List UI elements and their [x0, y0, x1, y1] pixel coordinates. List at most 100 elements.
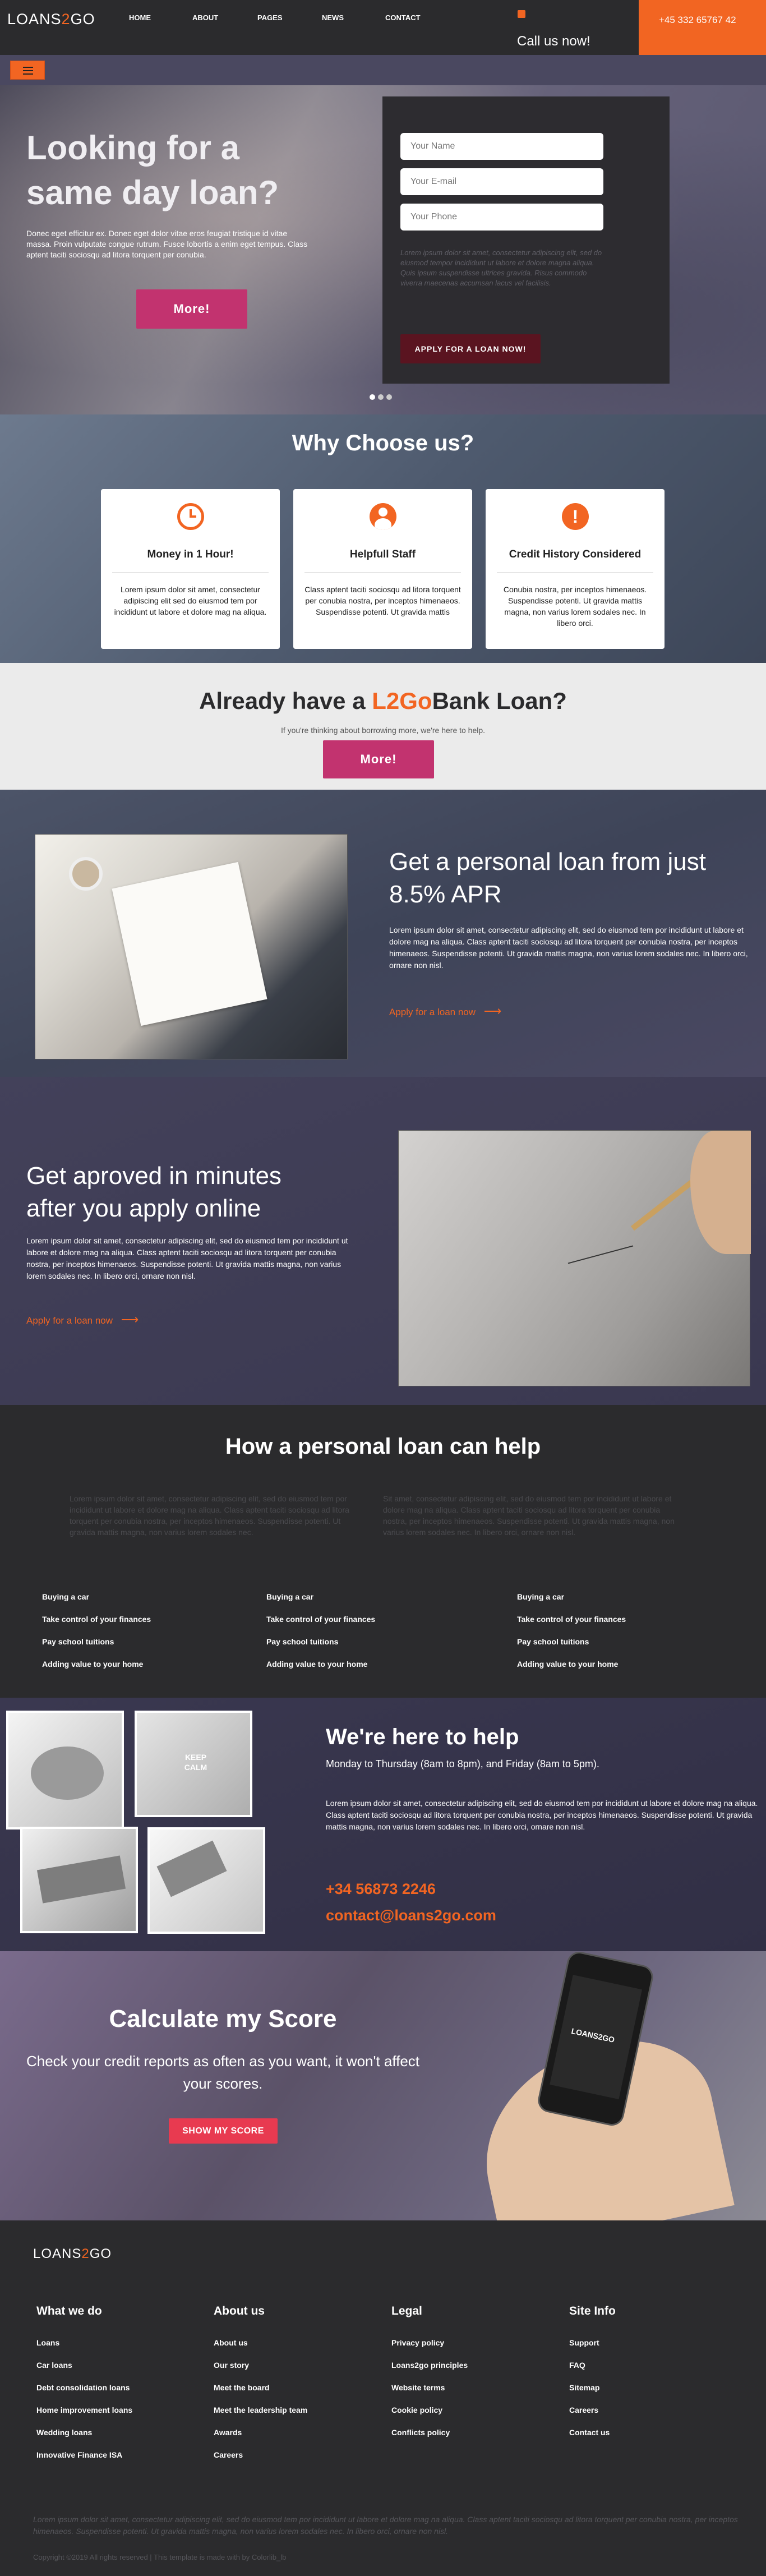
footer-link[interactable]: Careers: [214, 2444, 382, 2466]
menu-toggle-button[interactable]: [10, 61, 45, 80]
list-item: Buying a car: [266, 1592, 314, 1601]
nav-pages[interactable]: PAGES: [257, 13, 322, 22]
approved-title: Get aproved in minutes after you apply o…: [26, 1162, 282, 1222]
footer-link[interactable]: Loans2go principles: [391, 2354, 560, 2376]
footer-link[interactable]: About us: [214, 2331, 382, 2354]
site-logo[interactable]: LOANS2GO: [7, 11, 95, 28]
phone-icon: [518, 10, 525, 18]
personal-loan-title: Get a personal loan from just 8.5% APR: [389, 848, 706, 908]
footer-column-title: Legal: [391, 2305, 422, 2317]
footer-link[interactable]: Meet the leadership team: [214, 2399, 382, 2421]
footer-link[interactable]: Car loans: [36, 2354, 205, 2376]
footer-column: Site Info Support FAQ Sitemap Careers Co…: [569, 2305, 737, 2444]
footer-link[interactable]: Careers: [569, 2399, 737, 2421]
why-card: Money in 1 Hour! Lorem ipsum dolor sit a…: [101, 489, 280, 649]
user-icon: [370, 503, 396, 530]
personal-loan-section: Get a personal loan from just 8.5% APR L…: [0, 790, 766, 1077]
apply-loan-button[interactable]: APPLY FOR A LOAN NOW!: [400, 334, 541, 363]
already-subtitle: If you're thinking about borrowing more,…: [280, 726, 486, 735]
help-list: Buying a car Take control of your financ…: [517, 1586, 626, 1675]
list-item: Take control of your finances: [266, 1615, 376, 1624]
score-section: Calculate my Score Check your credit rep…: [0, 1951, 766, 2220]
slider-dot[interactable]: [386, 394, 392, 400]
footer-link[interactable]: Innovative Finance ISA: [36, 2444, 205, 2466]
help-text: Lorem ipsum dolor sit amet, consectetur …: [326, 1799, 758, 1831]
slider-dots: [370, 394, 392, 400]
clock-icon: [177, 503, 204, 530]
why-title: Why Choose us?: [292, 431, 474, 455]
footer-column-title: What we do: [36, 2305, 102, 2317]
list-item: Pay school tuitions: [517, 1637, 589, 1646]
show-score-button[interactable]: SHOW MY SCORE: [169, 2118, 278, 2144]
footer-column-title: About us: [214, 2305, 265, 2317]
card-divider: [497, 572, 653, 573]
list-item: Pay school tuitions: [266, 1637, 339, 1646]
footer-link[interactable]: Awards: [214, 2421, 382, 2444]
footer-link[interactable]: Wedding loans: [36, 2421, 205, 2444]
footer-logo[interactable]: LOANS2GO: [33, 2246, 112, 2262]
keep-calm-photo: KEEP CALM: [135, 1711, 252, 1817]
list-item: Adding value to your home: [517, 1660, 619, 1669]
footer-column: Legal Privacy policy Loans2go principles…: [391, 2305, 560, 2444]
footer-column: About us About us Our story Meet the boa…: [214, 2305, 382, 2466]
footer-link[interactable]: Privacy policy: [391, 2331, 560, 2354]
main-nav: HOME ABOUT PAGES NEWS CONTACT: [129, 13, 421, 22]
list-item: Take control of your finances: [42, 1615, 151, 1624]
footer-link[interactable]: Sitemap: [569, 2376, 737, 2399]
nav-contact[interactable]: CONTACT: [385, 13, 421, 22]
alert-icon: !: [562, 503, 589, 530]
form-note: Lorem ipsum dolor sit amet, consectetur …: [400, 248, 602, 287]
slider-dot[interactable]: [370, 394, 375, 400]
hero-text: Donec eget efficitur ex. Donec eget dolo…: [26, 229, 308, 259]
personal-apply-link[interactable]: Apply for a loan now ⟶: [389, 1004, 501, 1019]
footer-link[interactable]: Support: [569, 2331, 737, 2354]
phone-hand-photo: LOANS2GO: [454, 1951, 766, 2220]
money-stack-photo: [20, 1827, 138, 1933]
footer: LOANS2GO What we do Loans Car loans Debt…: [0, 2220, 766, 2576]
nav-home[interactable]: HOME: [129, 13, 192, 22]
footer-link[interactable]: Website terms: [391, 2376, 560, 2399]
header-phone-button[interactable]: +45 332 65767 42: [639, 0, 766, 55]
footer-copyright: Copyright ©2019 All rights reserved | Th…: [33, 2553, 287, 2561]
footer-link[interactable]: Our story: [214, 2354, 382, 2376]
footer-link[interactable]: Debt consolidation loans: [36, 2376, 205, 2399]
menu-bar: [0, 55, 766, 85]
already-section: Already have a L2GoBank Loan? If you're …: [0, 663, 766, 790]
help-email[interactable]: contact@loans2go.com: [326, 1907, 496, 1924]
phone-input[interactable]: [400, 204, 603, 231]
arrow-right-icon: ⟶: [483, 1004, 502, 1018]
how-help-title: How a personal loan can help: [225, 1434, 541, 1459]
email-input[interactable]: [400, 168, 603, 195]
loan-form: Lorem ipsum dolor sit amet, consectetur …: [382, 96, 670, 384]
hero-more-button[interactable]: More!: [136, 289, 247, 329]
footer-link[interactable]: Contact us: [569, 2421, 737, 2444]
footer-link[interactable]: FAQ: [569, 2354, 737, 2376]
score-title: Calculate my Score: [109, 2005, 337, 2033]
help-list: Buying a car Take control of your financ…: [266, 1586, 375, 1675]
footer-link[interactable]: Loans: [36, 2331, 205, 2354]
help-phone[interactable]: +34 56873 2246: [326, 1881, 436, 1898]
nav-about[interactable]: ABOUT: [192, 13, 257, 22]
approved-text: Lorem ipsum dolor sit amet, consectetur …: [26, 1236, 348, 1280]
score-text: Check your credit reports as often as yo…: [26, 2053, 420, 2092]
footer-link[interactable]: Conflicts policy: [391, 2421, 560, 2444]
piggy-bank-photo: [6, 1711, 124, 1830]
how-help-section: How a personal loan can help Lorem ipsum…: [0, 1405, 766, 1698]
list-item: Take control of your finances: [517, 1615, 626, 1624]
approved-apply-link[interactable]: Apply for a loan now ⟶: [26, 1312, 139, 1327]
footer-link[interactable]: Cookie policy: [391, 2399, 560, 2421]
footer-column: What we do Loans Car loans Debt consolid…: [36, 2305, 205, 2466]
list-item: Pay school tuitions: [42, 1637, 114, 1646]
hero-title: Looking for a same day loan?: [26, 129, 279, 211]
card-divider: [304, 572, 461, 573]
already-more-button[interactable]: More!: [323, 740, 434, 778]
approved-section: Get aproved in minutes after you apply o…: [0, 1077, 766, 1405]
nav-news[interactable]: NEWS: [322, 13, 385, 22]
site-header: LOANS2GO HOME ABOUT PAGES NEWS CONTACT C…: [0, 0, 766, 85]
why-card: Helpfull Staff Class aptent taciti socio…: [293, 489, 472, 649]
name-input[interactable]: [400, 133, 603, 160]
slider-dot[interactable]: [378, 394, 384, 400]
signature-photo: [398, 1130, 751, 1386]
footer-link[interactable]: Meet the board: [214, 2376, 382, 2399]
footer-link[interactable]: Home improvement loans: [36, 2399, 205, 2421]
